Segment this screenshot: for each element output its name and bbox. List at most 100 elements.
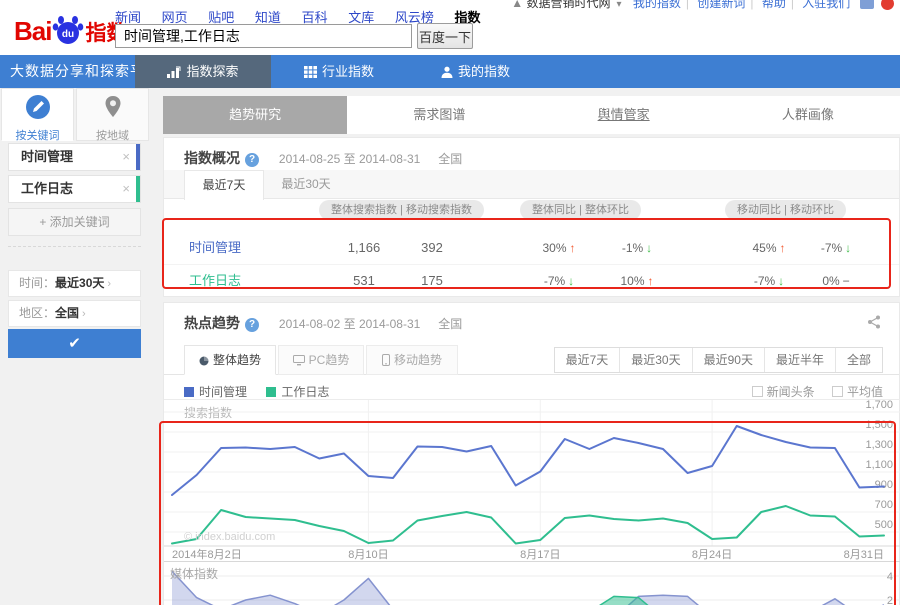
svg-text:900: 900 <box>875 479 893 491</box>
svg-text:8月17日: 8月17日 <box>520 549 560 561</box>
column-header-overall-compare: 整体同比 | 整体环比 <box>520 200 641 220</box>
search-input[interactable] <box>115 24 412 48</box>
svg-text:4: 4 <box>887 571 893 583</box>
average-checkbox[interactable]: 平均值 <box>831 385 883 399</box>
grid-icon <box>303 57 317 90</box>
tab-pc-trend[interactable]: PC趋势 <box>278 345 364 375</box>
svg-text:1,300: 1,300 <box>865 439 893 451</box>
metric-cell: -7% ↓ <box>543 274 575 288</box>
trend-arrow-icon: ↑ <box>647 274 654 288</box>
logo-bai-text: Bai <box>14 16 52 46</box>
news-headline-checkbox[interactable]: 新闻头条 <box>751 385 815 399</box>
tab-mobile-trend[interactable]: 移动趋势 <box>366 345 458 375</box>
account-link-create-word[interactable]: 创建新词 <box>697 0 745 10</box>
checkbox-icon <box>751 386 763 397</box>
tab-overall-trend[interactable]: 整体趋势 <box>184 345 276 375</box>
legend-item: 工作日志 <box>266 385 329 399</box>
tab-audience-profile[interactable]: 人群画像 <box>716 96 900 134</box>
svg-text:du: du <box>62 29 74 40</box>
trend-arrow-icon: − <box>842 274 850 288</box>
user-icon: ▲ <box>511 0 524 10</box>
account-link-join[interactable]: 入驻我们 <box>802 0 850 10</box>
app-chip-icon[interactable] <box>859 0 874 9</box>
add-keyword-button[interactable]: + 添加关键词 <box>8 208 141 236</box>
trend-arrow-icon: ↓ <box>568 274 575 288</box>
tab-index-explore[interactable]: 指数探索 <box>135 55 271 88</box>
close-icon[interactable]: × <box>122 176 130 202</box>
primary-nav-bar: 大数据分享和探索平台 指数探索 行业指数 我的指数 <box>0 55 900 88</box>
baidu-index-logo[interactable]: Bai du 指数 <box>14 13 127 50</box>
overview-region: 全国 <box>438 152 463 166</box>
svg-text:8月24日: 8月24日 <box>692 549 732 561</box>
range-half-year[interactable]: 最近半年 <box>763 348 835 372</box>
legend-swatch <box>266 387 277 397</box>
chart-options: 新闻头条 平均值 <box>738 383 883 400</box>
mode-tab-keyword[interactable]: 按关键词 <box>1 88 74 142</box>
range-all[interactable]: 全部 <box>834 348 882 372</box>
tab-demand-map[interactable]: 需求图谱 <box>347 96 531 134</box>
trend-header: 热点趋势? 2014-08-02 至 2014-08-31 全国 <box>184 313 462 333</box>
row-keyword-link[interactable]: 工作日志 <box>189 265 241 297</box>
tab-trend-research[interactable]: 趋势研究 <box>163 96 348 134</box>
tab-industry-index[interactable]: 行业指数 <box>271 55 407 88</box>
top-header: ▲ 数据营销时代网 ▾ 我的指数 | 创建新词 | 帮助 | 入驻我们 新闻 网页 贴吧… <box>0 0 900 55</box>
checkbox-icon <box>831 386 843 397</box>
overall-index-value: 531 <box>353 273 375 288</box>
nav-link-wenku[interactable]: 文库 <box>348 10 374 25</box>
help-icon[interactable]: ? <box>245 318 259 332</box>
mode-tab-region[interactable]: 按地域 <box>76 88 149 142</box>
table-row: 时间管理 1,166 392 30% ↑ -1% ↓ 45% ↑ -7% ↓ <box>164 232 899 264</box>
chevron-right-icon: › <box>82 308 86 320</box>
nav-link-zhidao[interactable]: 知道 <box>255 10 281 25</box>
metric-cell: -1% ↓ <box>621 241 653 255</box>
keyword-tag-2[interactable]: 工作日志 × <box>8 175 141 203</box>
media-index-chart[interactable]: 42 <box>164 561 900 605</box>
monitor-icon <box>292 348 305 376</box>
tab-my-index[interactable]: 我的指数 <box>407 55 544 88</box>
column-header-search-index: 整体搜索指数 | 移动搜索指数 <box>319 200 484 220</box>
svg-text:1,500: 1,500 <box>865 419 893 431</box>
svg-text:8月31日: 8月31日 <box>844 549 884 561</box>
nav-link-web[interactable]: 网页 <box>162 10 188 25</box>
confirm-button[interactable]: ✔ <box>8 329 141 358</box>
svg-text:2014年8月2日: 2014年8月2日 <box>172 547 242 561</box>
overall-trend-icon <box>199 348 209 376</box>
keyword-edit-icon <box>25 94 51 120</box>
overview-date-range: 2014-08-25 至 2014-08-31 <box>278 152 421 166</box>
overall-index-value: 1,166 <box>347 240 381 255</box>
range-last90days[interactable]: 最近90天 <box>691 348 764 372</box>
help-icon[interactable]: ? <box>245 153 259 167</box>
trend-region: 全国 <box>438 317 463 331</box>
metric-cell: 30% ↑ <box>542 241 576 255</box>
range-last30days[interactable]: 最近30天 <box>619 348 691 372</box>
subtab-last30days[interactable]: 最近30天 <box>264 170 348 199</box>
metric-cell: -7% ↓ <box>820 241 852 255</box>
person-icon <box>441 57 453 90</box>
region-filter[interactable]: 地区：全国 › <box>8 300 141 327</box>
keyword-tag-1[interactable]: 时间管理 × <box>8 143 141 171</box>
map-pin-icon <box>100 94 126 120</box>
account-link-my-index[interactable]: 我的指数 <box>633 0 681 10</box>
chevron-right-icon: › <box>107 278 112 290</box>
svg-text:8月10日: 8月10日 <box>348 549 388 561</box>
chart-legend: 时间管理 工作日志 <box>184 383 345 399</box>
notification-icon[interactable] <box>881 0 894 10</box>
watermark: © index.baidu.com <box>184 531 276 543</box>
account-user[interactable]: 数据营销时代网 <box>526 0 610 10</box>
nav-link-baike[interactable]: 百科 <box>302 10 328 25</box>
nav-link-tieba[interactable]: 贴吧 <box>208 10 234 25</box>
time-filter[interactable]: 时间：最近30天 › <box>8 270 141 297</box>
tab-sentiment-manager[interactable]: 舆情管家 <box>532 96 716 134</box>
mobile-phone-icon <box>381 348 390 376</box>
metric-cell: 10% ↑ <box>620 274 654 288</box>
overview-subtabs: 最近7天 最近30天 <box>164 170 899 200</box>
baidu-search-button[interactable]: 百度一下 <box>417 23 473 49</box>
trend-arrow-icon: ↑ <box>779 241 786 255</box>
account-link-help[interactable]: 帮助 <box>762 0 786 10</box>
close-icon[interactable]: × <box>122 144 130 170</box>
range-last7days[interactable]: 最近7天 <box>555 348 620 372</box>
share-icon[interactable] <box>867 315 881 334</box>
subtab-last7days[interactable]: 最近7天 <box>184 170 264 200</box>
row-keyword-link[interactable]: 时间管理 <box>189 232 241 264</box>
svg-text:700: 700 <box>875 499 893 511</box>
